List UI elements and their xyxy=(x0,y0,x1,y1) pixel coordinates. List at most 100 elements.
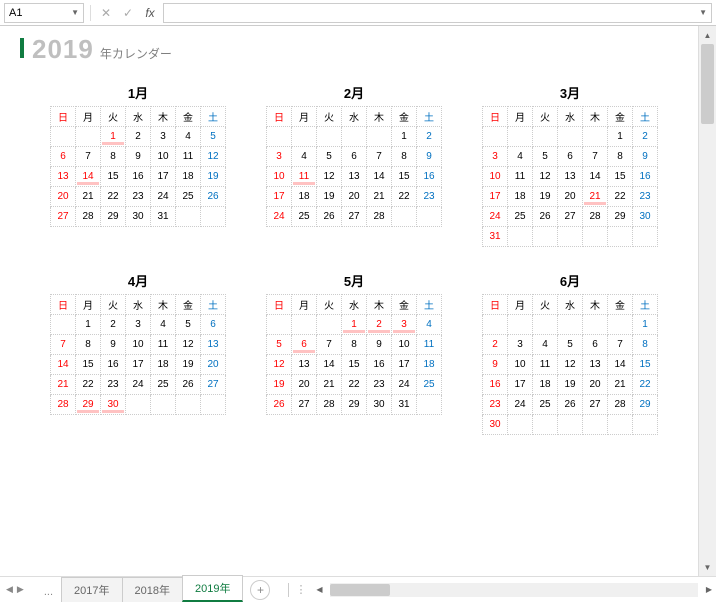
calendar-cell[interactable] xyxy=(176,207,201,227)
calendar-cell[interactable]: 14 xyxy=(51,355,76,375)
calendar-cell[interactable]: 23 xyxy=(126,187,151,207)
calendar-cell[interactable]: 2 xyxy=(101,315,126,335)
calendar-cell[interactable]: 2 xyxy=(126,127,151,147)
calendar-cell[interactable]: 17 xyxy=(126,355,151,375)
calendar-cell[interactable]: 28 xyxy=(608,395,633,415)
calendar-cell[interactable]: 1 xyxy=(101,127,126,147)
calendar-cell[interactable]: 15 xyxy=(342,355,367,375)
calendar-cell[interactable]: 11 xyxy=(151,335,176,355)
calendar-cell[interactable]: 16 xyxy=(633,167,658,187)
calendar-cell[interactable]: 26 xyxy=(176,375,201,395)
calendar-cell[interactable] xyxy=(201,395,226,415)
calendar-cell[interactable] xyxy=(508,415,533,435)
calendar-cell[interactable]: 2 xyxy=(367,315,392,335)
calendar-cell[interactable]: 11 xyxy=(533,355,558,375)
calendar-cell[interactable]: 21 xyxy=(367,187,392,207)
calendar-cell[interactable]: 29 xyxy=(608,207,633,227)
calendar-cell[interactable]: 13 xyxy=(342,167,367,187)
calendar-cell[interactable] xyxy=(392,207,417,227)
calendar-cell[interactable]: 15 xyxy=(633,355,658,375)
calendar-cell[interactable]: 13 xyxy=(583,355,608,375)
calendar-cell[interactable]: 9 xyxy=(633,147,658,167)
calendar-cell[interactable]: 5 xyxy=(317,147,342,167)
calendar-cell[interactable] xyxy=(51,127,76,147)
calendar-cell[interactable] xyxy=(558,415,583,435)
calendar-cell[interactable]: 11 xyxy=(508,167,533,187)
calendar-cell[interactable]: 9 xyxy=(417,147,442,167)
calendar-cell[interactable] xyxy=(51,315,76,335)
calendar-cell[interactable]: 17 xyxy=(508,375,533,395)
tab-nav[interactable]: ◀ ▶ xyxy=(0,584,30,595)
calendar-cell[interactable]: 23 xyxy=(483,395,508,415)
scroll-up-icon[interactable]: ▲ xyxy=(699,26,716,44)
calendar-cell[interactable]: 24 xyxy=(126,375,151,395)
calendar-cell[interactable] xyxy=(317,127,342,147)
calendar-cell[interactable]: 24 xyxy=(151,187,176,207)
fx-icon[interactable]: fx xyxy=(141,4,159,22)
tab-next-icon[interactable]: ▶ xyxy=(17,584,24,595)
calendar-cell[interactable]: 5 xyxy=(176,315,201,335)
calendar-cell[interactable]: 4 xyxy=(417,315,442,335)
calendar-cell[interactable]: 14 xyxy=(583,167,608,187)
calendar-cell[interactable]: 27 xyxy=(292,395,317,415)
calendar-cell[interactable]: 12 xyxy=(201,147,226,167)
calendar-cell[interactable] xyxy=(483,127,508,147)
calendar-cell[interactable]: 7 xyxy=(583,147,608,167)
calendar-cell[interactable] xyxy=(267,315,292,335)
calendar-cell[interactable]: 15 xyxy=(608,167,633,187)
calendar-cell[interactable]: 18 xyxy=(292,187,317,207)
calendar-cell[interactable]: 23 xyxy=(633,187,658,207)
calendar-cell[interactable]: 13 xyxy=(201,335,226,355)
calendar-cell[interactable] xyxy=(633,415,658,435)
calendar-cell[interactable]: 19 xyxy=(201,167,226,187)
calendar-cell[interactable]: 8 xyxy=(633,335,658,355)
calendar-cell[interactable]: 2 xyxy=(633,127,658,147)
calendar-cell[interactable]: 20 xyxy=(292,375,317,395)
calendar-cell[interactable]: 4 xyxy=(151,315,176,335)
calendar-cell[interactable]: 29 xyxy=(633,395,658,415)
calendar-cell[interactable]: 3 xyxy=(267,147,292,167)
calendar-cell[interactable] xyxy=(533,127,558,147)
calendar-cell[interactable]: 5 xyxy=(533,147,558,167)
calendar-cell[interactable]: 22 xyxy=(101,187,126,207)
calendar-cell[interactable]: 11 xyxy=(417,335,442,355)
tab-prev-icon[interactable]: ◀ xyxy=(6,584,13,595)
tab-ellipsis[interactable]: ... xyxy=(36,582,61,602)
calendar-cell[interactable]: 20 xyxy=(51,187,76,207)
calendar-cell[interactable]: 6 xyxy=(51,147,76,167)
calendar-cell[interactable]: 6 xyxy=(201,315,226,335)
calendar-cell[interactable]: 16 xyxy=(417,167,442,187)
calendar-cell[interactable]: 8 xyxy=(101,147,126,167)
calendar-cell[interactable]: 16 xyxy=(483,375,508,395)
calendar-cell[interactable]: 12 xyxy=(558,355,583,375)
calendar-cell[interactable]: 7 xyxy=(76,147,101,167)
calendar-cell[interactable]: 21 xyxy=(51,375,76,395)
calendar-cell[interactable]: 18 xyxy=(151,355,176,375)
calendar-cell[interactable]: 21 xyxy=(583,187,608,207)
calendar-cell[interactable]: 26 xyxy=(317,207,342,227)
calendar-cell[interactable]: 6 xyxy=(583,335,608,355)
add-sheet-button[interactable]: + xyxy=(250,580,270,600)
calendar-cell[interactable]: 13 xyxy=(51,167,76,187)
name-box[interactable]: A1 ▼ xyxy=(4,3,84,23)
calendar-cell[interactable]: 2 xyxy=(483,335,508,355)
chevron-down-icon[interactable]: ▼ xyxy=(699,8,707,17)
calendar-cell[interactable]: 21 xyxy=(608,375,633,395)
calendar-cell[interactable]: 22 xyxy=(633,375,658,395)
calendar-cell[interactable]: 10 xyxy=(267,167,292,187)
calendar-cell[interactable] xyxy=(267,127,292,147)
calendar-cell[interactable]: 20 xyxy=(342,187,367,207)
calendar-cell[interactable]: 17 xyxy=(267,187,292,207)
scroll-track[interactable] xyxy=(330,583,698,597)
calendar-cell[interactable]: 28 xyxy=(583,207,608,227)
scroll-left-icon[interactable]: ◀ xyxy=(312,583,326,597)
calendar-cell[interactable]: 15 xyxy=(76,355,101,375)
calendar-cell[interactable] xyxy=(533,315,558,335)
calendar-cell[interactable]: 11 xyxy=(176,147,201,167)
calendar-cell[interactable]: 9 xyxy=(367,335,392,355)
calendar-cell[interactable]: 4 xyxy=(176,127,201,147)
calendar-cell[interactable]: 1 xyxy=(633,315,658,335)
calendar-cell[interactable] xyxy=(201,207,226,227)
calendar-cell[interactable]: 13 xyxy=(292,355,317,375)
calendar-cell[interactable]: 10 xyxy=(483,167,508,187)
